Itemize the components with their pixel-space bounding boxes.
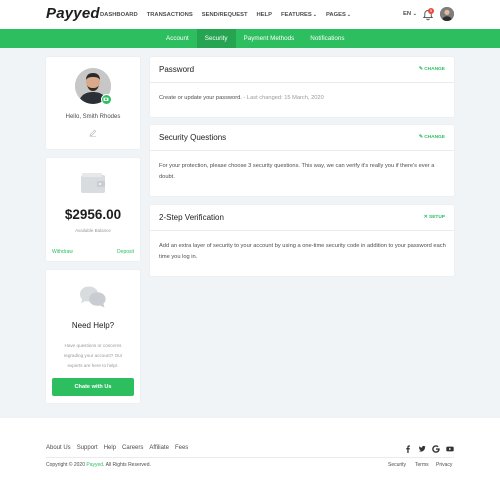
tab-account[interactable]: Account	[158, 29, 197, 48]
security-questions-card: Security Questions ✎ CHANGE For your pro…	[150, 125, 454, 196]
setup-two-step-button[interactable]: ✕ SETUP	[424, 215, 445, 220]
facebook-icon[interactable]	[404, 445, 412, 453]
nav-pages[interactable]: PAGES⌄	[326, 12, 351, 18]
main-nav: DASHBOARD TRANSACTIONS SEND/REQUEST HELP…	[100, 0, 360, 29]
chevron-down-icon: ⌄	[312, 11, 317, 18]
divider	[150, 150, 454, 151]
tab-notifications[interactable]: Notifications	[302, 29, 352, 48]
balance-amount: $2956.00	[64, 207, 122, 222]
tab-payment-methods[interactable]: Payment Methods	[236, 29, 303, 48]
language-select[interactable]: EN ⌄	[403, 11, 417, 17]
nav-help[interactable]: HELP	[257, 12, 272, 18]
balance-label: Available Balance	[75, 228, 111, 233]
notification-badge: 5	[428, 8, 434, 14]
two-step-description: Add an extra layer of security to your a…	[159, 243, 446, 260]
top-header: Payyed DASHBOARD TRANSACTIONS SEND/REQUE…	[0, 0, 500, 29]
divider	[150, 82, 454, 83]
footer-link-fees[interactable]: Fees	[175, 445, 188, 451]
help-title: Need Help?	[71, 321, 115, 330]
tools-icon: ✕	[423, 215, 428, 220]
nav-dashboard[interactable]: DASHBOARD	[100, 12, 138, 18]
chat-with-us-button[interactable]: Chate with Us	[52, 378, 134, 396]
security-questions-description: For your protection, please choose 3 sec…	[159, 163, 435, 180]
footer-link-help[interactable]: Help	[104, 445, 116, 451]
password-last-changed: - Last changed: 15 March, 2020	[243, 95, 324, 101]
user-avatar[interactable]	[440, 7, 454, 21]
tab-security[interactable]: Security	[196, 29, 236, 48]
password-title: Password	[159, 65, 195, 74]
help-text: Have questions or concerns regrading you…	[63, 343, 123, 368]
nav-features[interactable]: FEATURES⌄	[281, 12, 317, 18]
edit-icon[interactable]	[89, 129, 97, 137]
nav-pages-label: PAGES	[325, 11, 346, 18]
footer-link-about[interactable]: About Us	[46, 445, 71, 451]
profile-greeting: Hello, Smith Rhodes	[65, 114, 121, 120]
deposit-link[interactable]: Deposit	[117, 249, 134, 255]
password-description: Create or update your password. - Last c…	[159, 93, 447, 104]
footer-link-privacy[interactable]: Privacy	[436, 462, 452, 468]
help-card: Need Help? Have questions or concerns re…	[46, 270, 140, 403]
two-step-card: 2-Step Verification ✕ SETUP Add an extra…	[150, 205, 454, 276]
nav-features-label: FEATURES	[280, 11, 312, 18]
copyright-brand[interactable]: Payyed	[86, 462, 103, 468]
two-step-title: 2-Step Verification	[159, 213, 224, 222]
nav-transactions[interactable]: TRANSACTIONS	[147, 12, 193, 18]
twitter-icon[interactable]	[418, 445, 426, 453]
wallet-icon	[81, 173, 105, 193]
change-questions-label: CHANGE	[424, 135, 445, 140]
chevron-down-icon: ⌄	[346, 11, 352, 18]
setup-two-step-label: SETUP	[429, 215, 445, 220]
password-card: Password ✎ CHANGE Create or update your …	[150, 57, 454, 117]
footer-links: About Us Support Help Careers Affiliate …	[46, 445, 194, 451]
copyright-prefix: Copyright © 2020	[46, 462, 87, 468]
footer-link-affiliate[interactable]: Affiliate	[149, 445, 169, 451]
site-footer: About Us Support Help Careers Affiliate …	[0, 418, 500, 480]
copyright-suffix: . All Rights Reserved.	[103, 462, 151, 468]
chat-icon	[80, 286, 106, 308]
withdraw-link[interactable]: Withdraw	[52, 249, 73, 255]
copyright-text: Copyright © 2020 Payyed. All Rights Rese…	[46, 462, 151, 468]
edit-icon: ✎	[418, 67, 423, 72]
chevron-down-icon: ⌄	[412, 11, 417, 17]
password-body: Create or update your password.	[159, 95, 242, 101]
edit-icon: ✎	[418, 135, 423, 140]
footer-link-careers[interactable]: Careers	[122, 445, 143, 451]
change-questions-button[interactable]: ✎ CHANGE	[419, 135, 445, 140]
youtube-icon[interactable]	[446, 445, 454, 453]
brand-logo[interactable]: Payyed	[46, 5, 100, 22]
footer-link-security[interactable]: Security	[388, 462, 406, 468]
footer-link-support[interactable]: Support	[77, 445, 98, 451]
divider	[150, 230, 454, 231]
divider	[46, 457, 454, 458]
footer-link-terms[interactable]: Terms	[415, 462, 429, 468]
nav-send-request[interactable]: SEND/REQUEST	[202, 12, 248, 18]
change-password-button[interactable]: ✎ CHANGE	[419, 67, 445, 72]
security-questions-title: Security Questions	[159, 133, 227, 142]
balance-card: $2956.00 Available Balance Withdraw Depo…	[46, 158, 140, 261]
language-label: EN	[403, 11, 412, 17]
settings-subnav: Account Security Payment Methods Notific…	[0, 29, 500, 48]
change-password-label: CHANGE	[424, 67, 445, 72]
camera-icon[interactable]	[101, 94, 112, 105]
profile-card: Hello, Smith Rhodes	[46, 57, 140, 149]
google-icon[interactable]	[432, 445, 440, 453]
